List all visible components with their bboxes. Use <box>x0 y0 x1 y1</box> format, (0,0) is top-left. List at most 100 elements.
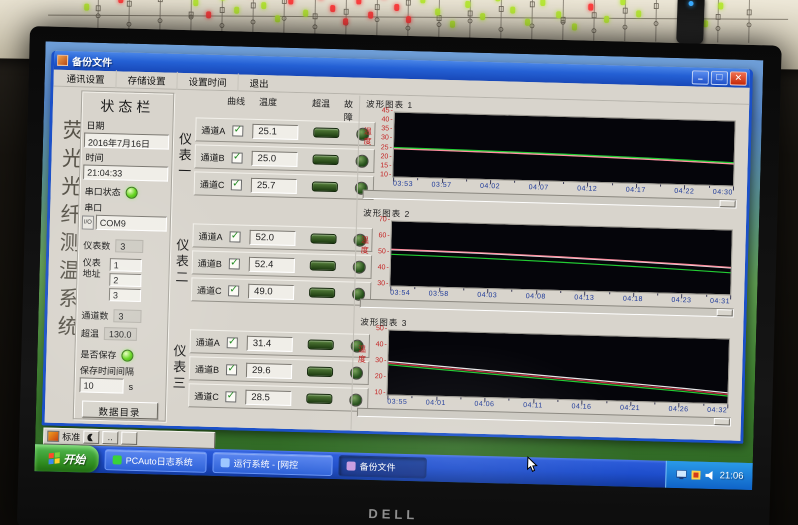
check-icon: ✓ <box>233 152 242 162</box>
x-tick <box>460 397 461 399</box>
palette-tool-button-3[interactable] <box>121 432 137 445</box>
indicator-led-icon <box>556 11 561 18</box>
x-tick <box>612 183 613 185</box>
overtemp-threshold-field[interactable]: 130.0 <box>104 327 137 341</box>
indicator-led-icon <box>330 5 335 12</box>
save-interval-field[interactable]: 10 <box>79 377 123 393</box>
channel-row: 通道B✓52.4 <box>192 250 373 279</box>
serial-port-value[interactable]: COM9 <box>96 215 167 232</box>
scrollbar-thumb[interactable] <box>719 200 735 207</box>
palette-tool-button-2[interactable]: ‥ <box>102 431 118 444</box>
curve-checkbox[interactable]: ✓ <box>227 337 238 348</box>
indicator-led-icon <box>288 0 293 5</box>
palette-tool-button-1[interactable] <box>83 431 99 444</box>
status-panel-title: 状态栏 <box>82 95 173 117</box>
data-directory-button[interactable]: 数据目录 <box>81 400 157 419</box>
curve-checkbox[interactable]: ✓ <box>231 152 242 163</box>
indicator-led-icon <box>510 7 515 14</box>
serial-port-select[interactable]: COM9 <box>82 214 167 231</box>
tray-clock[interactable]: 21:06 <box>720 470 744 482</box>
x-tick <box>730 295 731 299</box>
channel-rows: 通道A✓52.0通道B✓52.4通道C✓49.0 <box>190 220 374 309</box>
channel-row: 通道B✓29.6 <box>189 356 370 385</box>
y-tick-label: 70 <box>379 216 390 223</box>
x-tick-label: 04:03 <box>477 292 497 300</box>
x-tick-label: 04:32 <box>707 407 727 415</box>
curve-checkbox[interactable]: ✓ <box>226 364 237 375</box>
photo-scene: 备份文件 通讯设置 存储设置 设置时间 退出 荧光光纤测温系统 状态栏 日期 <box>0 0 798 525</box>
program-tray-icon[interactable] <box>692 470 701 479</box>
indicator-led-icon <box>588 4 593 11</box>
check-icon: ✓ <box>232 179 241 189</box>
window-icon <box>57 55 68 66</box>
x-tick <box>609 292 610 294</box>
x-tick-label: 04:08 <box>526 293 546 301</box>
x-tick <box>560 291 561 293</box>
channel-count-field[interactable]: 3 <box>113 309 141 323</box>
taskbar-item-icon <box>221 458 230 467</box>
menu-item-storage-settings[interactable]: 存储设置 <box>115 70 176 91</box>
x-tick <box>703 404 704 406</box>
indicator-led-icon <box>572 23 577 30</box>
date-field: 2016年7月16日 <box>84 132 169 149</box>
taskbar-item-3[interactable]: 备份文件 <box>338 455 427 478</box>
check-icon: ✓ <box>231 231 240 241</box>
indicator-led-icon <box>356 0 361 4</box>
indicator-led-icon <box>394 4 399 11</box>
y-tick-label: 30 <box>377 280 388 287</box>
overtemp-led <box>309 287 335 298</box>
y-tick-label: 40 <box>381 116 392 123</box>
indicator-led-icon <box>261 2 266 9</box>
chart-body: 温度5040302010 <box>356 329 743 405</box>
instrument-addr-field-2[interactable]: 2 <box>109 273 141 287</box>
y-tick-label: 60 <box>378 232 389 239</box>
channel-label: 通道B <box>195 362 226 376</box>
instrument-count-field[interactable]: 3 <box>115 239 143 253</box>
status-panel: 状态栏 日期 2016年7月16日 时间 21:04:33 串口状态 串口 CO… <box>73 90 175 421</box>
serial-label: 串口 <box>84 200 170 215</box>
curve-checkbox[interactable]: ✓ <box>229 258 240 269</box>
indicator-led-icon <box>420 0 425 3</box>
start-button[interactable]: 开始 <box>34 444 99 473</box>
check-icon: ✓ <box>234 125 243 135</box>
charts-column: 波形图表 1温度454035302520151003:5303:5704:020… <box>351 96 750 440</box>
instrument-addr-label: 仪表地址 <box>82 257 103 301</box>
channel-label: 通道A <box>196 335 227 349</box>
instrument-addr-field-3[interactable]: 3 <box>109 288 141 302</box>
volume-tray-icon[interactable] <box>706 471 715 480</box>
x-tick <box>706 295 707 297</box>
indicator-led-icon <box>303 10 308 17</box>
instruments-column: 曲线 温度 超温 故障 仪表一通道A✓25.1通道B✓25.0通道C✓25.7仪… <box>167 93 360 428</box>
menu-item-comm-settings[interactable]: 通讯设置 <box>55 68 115 89</box>
indicator-led-icon <box>480 13 485 20</box>
display-tray-icon[interactable] <box>677 470 687 479</box>
maximize-button[interactable] <box>711 70 728 84</box>
serial-status-label: 串口状态 <box>85 184 121 198</box>
temperature-value: 28.5 <box>245 389 291 405</box>
indicator-led-icon <box>220 0 225 1</box>
x-tick-label: 04:06 <box>474 401 494 409</box>
scrollbar-thumb[interactable] <box>714 418 730 425</box>
menu-item-exit[interactable]: 退出 <box>237 73 279 93</box>
curve-checkbox[interactable]: ✓ <box>232 125 243 136</box>
x-tick-label: 04:02 <box>480 183 500 191</box>
taskbar-item-2[interactable]: 运行系统 - [网控 <box>212 452 333 476</box>
channel-label: 通道A <box>198 229 229 243</box>
x-tick-label: 04:01 <box>426 399 446 407</box>
close-button[interactable] <box>730 71 747 85</box>
curve-checkbox[interactable]: ✓ <box>231 179 242 190</box>
check-icon: ✓ <box>227 391 236 401</box>
taskbar-item-1[interactable]: PCAuto日志系统 <box>104 449 207 473</box>
x-tick-label: 04:12 <box>577 185 597 193</box>
y-tick-label: 50 <box>376 325 387 332</box>
instrument-addr-field-1[interactable]: 1 <box>110 258 142 272</box>
minimize-button[interactable] <box>692 70 709 84</box>
overtemp-label: 超温 <box>81 326 99 339</box>
scrollbar-thumb[interactable] <box>717 309 733 316</box>
curve-checkbox[interactable]: ✓ <box>228 285 239 296</box>
channel-row: 通道C✓25.7 <box>194 171 375 200</box>
channel-label: 通道A <box>201 123 232 137</box>
menu-item-set-time[interactable]: 设置时间 <box>176 71 237 92</box>
curve-checkbox[interactable]: ✓ <box>225 391 236 402</box>
curve-checkbox[interactable]: ✓ <box>229 231 240 242</box>
